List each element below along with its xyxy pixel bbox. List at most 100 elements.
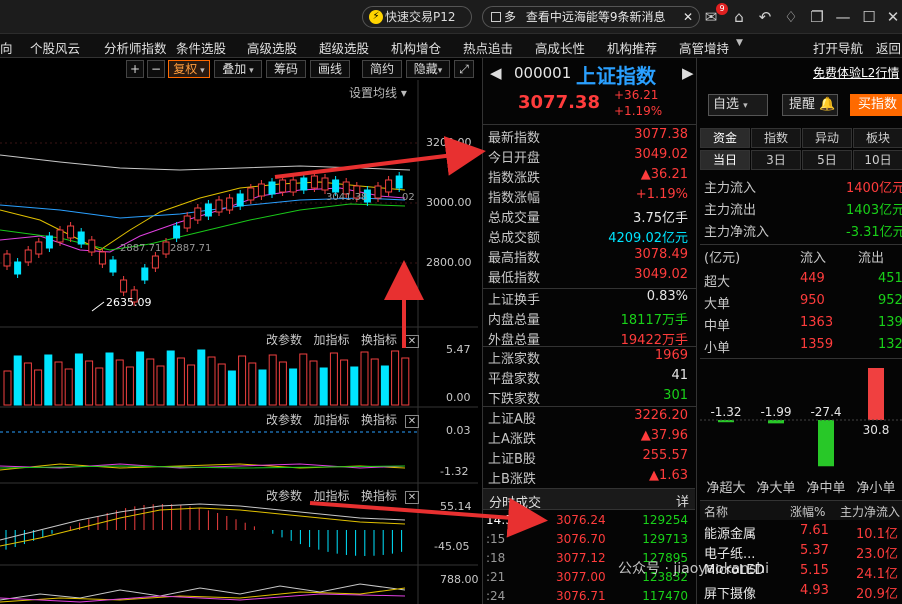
- add-indicator-button[interactable]: 加指标: [313, 333, 349, 347]
- flow-value: -3.31亿元: [846, 225, 902, 240]
- switch-indicator-button[interactable]: 换指标: [361, 489, 397, 503]
- buy-index-button[interactable]: 买指数: [850, 94, 902, 116]
- quote-row-value: 18117万手: [620, 313, 688, 328]
- zoom-in-button[interactable]: +: [126, 60, 144, 78]
- news-text: 查看中远海能等9条新消息: [525, 10, 666, 24]
- tab-period[interactable]: 5日: [802, 150, 852, 170]
- skin-icon[interactable]: ♢: [782, 8, 800, 26]
- menu-item[interactable]: 向: [0, 38, 13, 57]
- menu-item[interactable]: 个股风云: [30, 38, 80, 57]
- simple-button[interactable]: 简约: [362, 60, 402, 78]
- menu-more-icon[interactable]: ▼: [736, 38, 743, 48]
- menu-item[interactable]: 热点追击: [463, 38, 513, 57]
- tab-period[interactable]: 10日: [853, 150, 902, 170]
- menu-item[interactable]: 机构推荐: [607, 38, 657, 57]
- close-icon[interactable]: ✕: [404, 335, 420, 348]
- edit-params-button[interactable]: 改参数: [266, 333, 302, 347]
- quote-row-label: 平盘家数: [488, 372, 541, 387]
- close-icon[interactable]: ✕: [683, 7, 693, 27]
- volume-bar: [136, 351, 145, 406]
- hide-button[interactable]: 隐藏▾: [406, 60, 450, 78]
- volume-bar: [258, 369, 267, 406]
- menu-item[interactable]: 分析师指数: [104, 38, 167, 57]
- tick-volume: 117470: [642, 589, 688, 603]
- menu-item[interactable]: 返回: [876, 38, 901, 57]
- prev-stock-icon[interactable]: ◀: [490, 64, 502, 82]
- maximize-icon[interactable]: ☐: [860, 8, 878, 26]
- zoom-out-button[interactable]: −: [147, 60, 165, 78]
- remind-button[interactable]: 提醒 🔔: [782, 94, 838, 116]
- tab-top[interactable]: 异动: [802, 128, 852, 148]
- sector-row[interactable]: 屏下摄像 4.93 20.9亿: [700, 582, 902, 602]
- net-flow-bar: [868, 368, 884, 420]
- quote-row-value: 255.57: [642, 448, 689, 463]
- tick-time: :18: [486, 551, 506, 565]
- next-stock-icon[interactable]: ▶: [682, 64, 694, 82]
- volume-bar: [391, 350, 400, 406]
- close-icon[interactable]: ✕: [404, 415, 420, 428]
- edit-params-button[interactable]: 改参数: [266, 413, 302, 427]
- adjust-button[interactable]: 复权 ▾: [168, 60, 210, 78]
- add-indicator-button[interactable]: 加指标: [313, 413, 349, 427]
- home-icon[interactable]: ⌂: [730, 8, 748, 26]
- menu-item[interactable]: 高级选股: [247, 38, 297, 57]
- sector-head-name[interactable]: 名称: [704, 503, 728, 520]
- candle-body: [24, 249, 32, 263]
- volume-bar: [34, 369, 43, 406]
- quote-row: 平盘家数 41: [484, 367, 692, 387]
- overlay-button[interactable]: 叠加 ▾: [214, 60, 262, 78]
- news-notice[interactable]: 多 查看中远海能等9条新消息 ✕: [482, 6, 700, 28]
- menu-item[interactable]: 条件选股: [176, 38, 226, 57]
- tab-top[interactable]: 资金: [700, 128, 750, 148]
- menu-item[interactable]: 超级选股: [319, 38, 369, 57]
- quote-row-label: 上证B股: [488, 452, 536, 467]
- window-close-icon[interactable]: ✕: [884, 8, 902, 26]
- candle-body: [385, 179, 393, 193]
- volume-bar: [105, 352, 114, 406]
- volume-bar: [340, 359, 349, 406]
- candle-body: [14, 261, 22, 275]
- tab-top[interactable]: 板块: [853, 128, 902, 148]
- candle-body: [215, 199, 223, 213]
- menu-item[interactable]: 机构增仓: [391, 38, 441, 57]
- candle-body: [173, 225, 181, 239]
- table-out: 1391: [878, 315, 902, 330]
- quote-row: 外盘总量 19422万手: [484, 328, 692, 348]
- tab-period[interactable]: 当日: [700, 150, 750, 170]
- candle-body: [194, 207, 202, 221]
- l2-promo-link[interactable]: 免费体验L2行情: [813, 64, 899, 81]
- volume-bar: [238, 355, 247, 406]
- fullscreen-icon[interactable]: ⤢: [454, 60, 474, 78]
- quote-row-label: 总成交量: [488, 211, 541, 226]
- switch-indicator-button[interactable]: 换指标: [361, 413, 397, 427]
- draw-line-button[interactable]: 画线: [310, 60, 350, 78]
- close-icon[interactable]: ✕: [404, 491, 420, 504]
- volume-bar: [278, 361, 287, 406]
- panel4-tick: 55.14: [440, 500, 472, 513]
- sector-row[interactable]: 能源金属 7.61 10.1亿: [700, 522, 902, 542]
- volume-bar: [268, 354, 277, 406]
- tab-period[interactable]: 3日: [751, 150, 801, 170]
- back-icon[interactable]: ↶: [756, 8, 774, 26]
- chips-button[interactable]: 筹码: [266, 60, 306, 78]
- quote-row-value: 4209.02亿元: [608, 231, 688, 246]
- net-flow-value: -1.99: [760, 405, 791, 419]
- menu-item[interactable]: 高成长性: [535, 38, 585, 57]
- minimize-icon[interactable]: —: [834, 8, 852, 26]
- tick-row: 14:56 3076.24 129254: [484, 513, 694, 531]
- menu-item[interactable]: 高管增持: [679, 38, 729, 57]
- ticks-detail-button[interactable]: 详: [676, 491, 689, 510]
- tab-top[interactable]: 指数: [751, 128, 801, 148]
- quick-trade-button[interactable]: ⚡ 快速交易P12: [362, 6, 472, 28]
- switch-indicator-button[interactable]: 换指标: [361, 333, 397, 347]
- sector-head-pct[interactable]: 涨幅%: [790, 503, 825, 520]
- watchlist-dropdown[interactable]: 自选 ▾: [708, 94, 768, 116]
- menu-item[interactable]: 打开导航: [813, 38, 863, 57]
- edit-params-button[interactable]: 改参数: [266, 489, 302, 503]
- tick-price: 3076.71: [556, 589, 606, 603]
- table-row: 中单 1363 1391: [700, 314, 902, 334]
- sector-head-flow[interactable]: 主力净流入: [840, 503, 900, 520]
- add-indicator-button[interactable]: 加指标: [313, 489, 349, 503]
- candle-body: [141, 267, 149, 281]
- restore-icon[interactable]: ❐: [808, 8, 826, 26]
